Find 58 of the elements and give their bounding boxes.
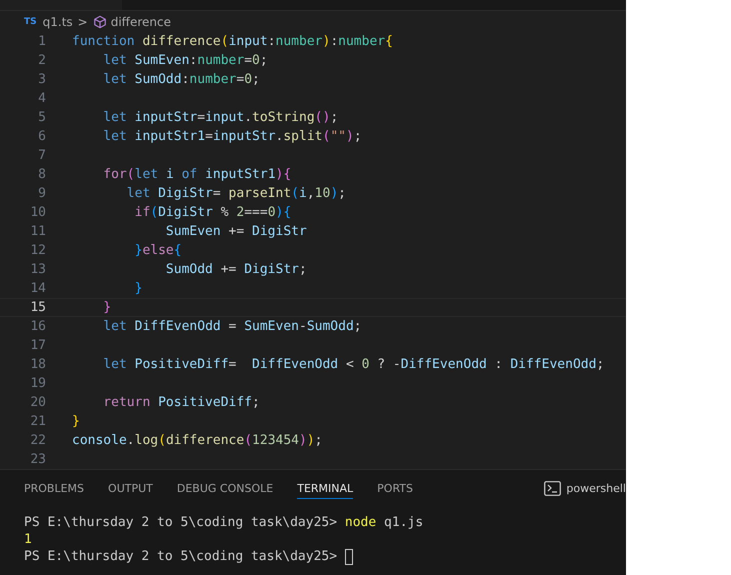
code-line: return PositiveDiff;	[102, 395, 260, 410]
line-number: 7	[37, 148, 46, 164]
code-line: let inputStr1=inputStr.split("");	[102, 129, 362, 144]
code-line: }	[134, 281, 142, 296]
code-line: let PositiveDiff= DiffEvenOdd < 0 ? -DiffEvenOdd : DiffEvenOdd;	[102, 357, 604, 372]
line-number: 6	[37, 129, 46, 144]
terminal-output: 1	[24, 531, 33, 548]
terminal-icon	[544, 480, 562, 496]
code-line: let SumEven:number=0;	[102, 53, 268, 68]
code-line: }	[72, 414, 80, 430]
line-number: 1	[37, 34, 46, 50]
breadcrumb-file[interactable]: q1.ts	[42, 14, 73, 29]
breadcrumb-separator: >	[78, 14, 88, 29]
line-number: 11	[29, 224, 46, 240]
code-line: let DigiStr= parseInt(i,10);	[126, 186, 346, 202]
terminal-shell-item[interactable]: powershell	[544, 480, 626, 496]
code-line: for(let i of inputStr1){	[102, 167, 292, 182]
line-number: 9	[37, 186, 46, 202]
line-number: 10	[29, 205, 46, 220]
line-number: 20	[29, 395, 46, 410]
terminal-shell-label: powershell	[566, 482, 626, 495]
line-number: 4	[37, 91, 46, 106]
code-line: }	[102, 300, 112, 316]
code-line: let SumOdd:number=0;	[102, 72, 260, 88]
cube-icon	[92, 14, 107, 29]
breadcrumb-symbol[interactable]: difference	[110, 14, 171, 29]
line-number: 3	[37, 72, 46, 88]
terminal-prompt: PS E:\thursday 2 to 5\coding task\day25>	[24, 548, 338, 566]
line-number: 17	[29, 338, 46, 354]
line-number: 18	[29, 357, 46, 372]
code-line: SumEven += DigiStr	[164, 224, 307, 240]
code-line: if(DigiStr % 2===0){	[134, 205, 292, 220]
line-number: 5	[37, 110, 46, 126]
panel-tab[interactable]: DEBUG CONSOLE	[176, 477, 274, 500]
line-number: 2	[37, 53, 46, 68]
line-number: 8	[37, 167, 46, 182]
code-line: function difference(input:number):number{	[72, 34, 393, 50]
line-number: 16	[29, 319, 46, 334]
code-line: let DiffEvenOdd = SumEven-SumOdd;	[102, 319, 362, 334]
code-line: console.log(difference(123454));	[72, 433, 322, 448]
panel-tab[interactable]: TERMINAL	[297, 477, 354, 500]
panel-tab[interactable]: PROBLEMS	[24, 477, 84, 500]
code-line: }else{	[134, 243, 182, 258]
line-number: 23	[29, 452, 46, 468]
code-line: let inputStr=input.toString();	[102, 110, 338, 126]
file-type-label: TS	[24, 16, 37, 27]
line-number: 22	[29, 433, 46, 448]
line-number: 13	[29, 262, 46, 278]
terminal-line: PS E:\thursday 2 to 5\coding task\day25> node q1.js	[24, 514, 424, 532]
code-line: SumOdd += DigiStr;	[164, 262, 307, 278]
panel-tab[interactable]: OUTPUT	[108, 477, 153, 500]
line-number: 14	[29, 281, 46, 296]
line-number: 15	[29, 300, 46, 316]
line-number: 12	[29, 243, 46, 258]
panel-tab[interactable]: PORTS	[377, 477, 413, 500]
line-number: 19	[29, 376, 46, 392]
terminal-cursor	[344, 548, 353, 565]
line-number: 21	[29, 414, 46, 430]
